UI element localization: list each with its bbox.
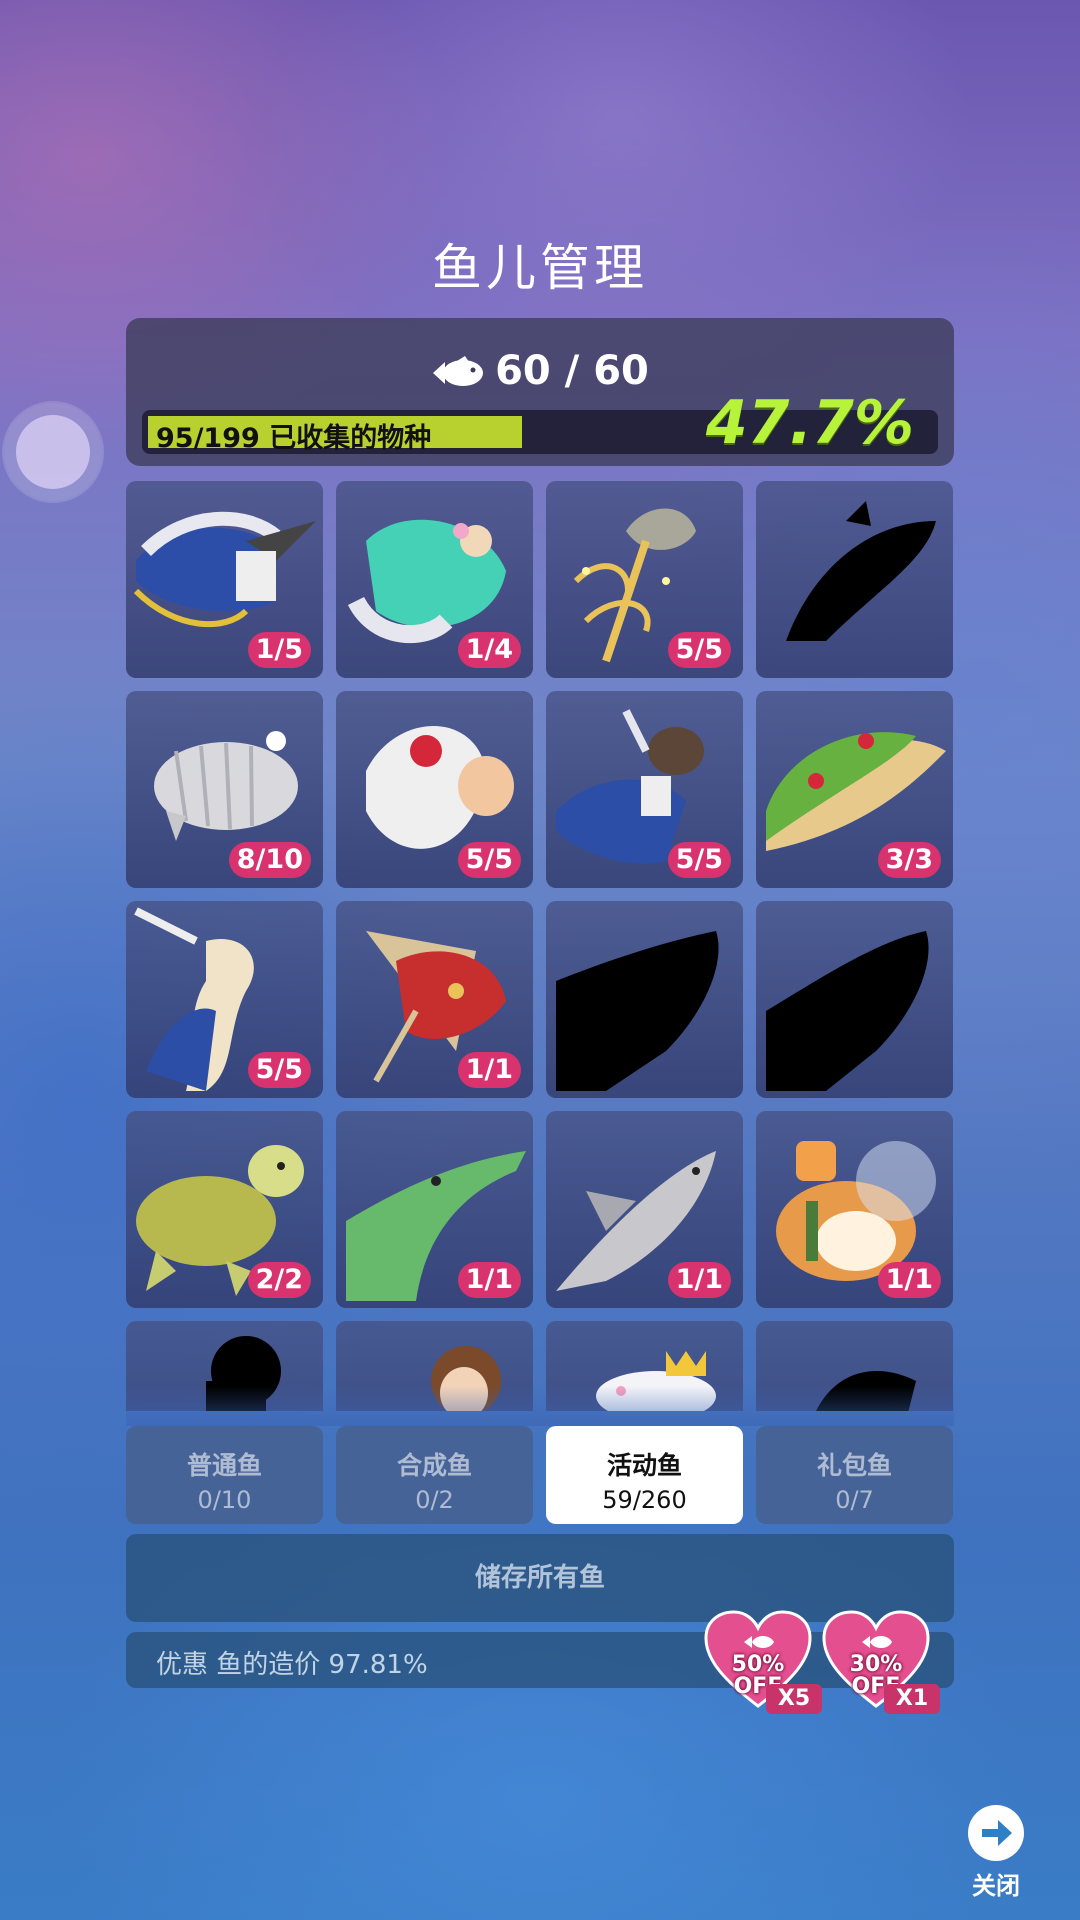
fish-card[interactable]: 1/1 (546, 1111, 743, 1308)
coupon-30-off[interactable]: 30% OFF X1 (822, 1610, 940, 1714)
fish-count-text: 60 / 60 (495, 348, 649, 394)
fish-count-badge: 1/5 (247, 632, 311, 668)
fish-count-badge: 1/1 (667, 1262, 731, 1298)
fish-card[interactable]: 1/4 (336, 481, 533, 678)
tab-count: 59/260 (602, 1486, 687, 1514)
fish-card[interactable]: 8/10 (126, 691, 323, 888)
collection-summary-panel: 60 / 60 95/199 已收集的物种 47.7% (126, 318, 954, 466)
fish-count-badge: 3/3 (877, 842, 941, 878)
page-title: 鱼儿管理 (432, 239, 648, 297)
fish-count-badge: 1/4 (457, 632, 521, 668)
fish-count-badge: 2/2 (247, 1262, 311, 1298)
tab-count: 0/7 (835, 1486, 874, 1514)
tab-gift-fish[interactable]: 礼包鱼 0/7 (756, 1426, 953, 1524)
fish-count-badge: 1/1 (877, 1262, 941, 1298)
whale-silhouette-icon (766, 931, 929, 1091)
fish-count-badge: 5/5 (457, 842, 521, 878)
fish-count-badge: 8/10 (228, 842, 311, 878)
axolotl-silhouette-icon (786, 501, 936, 641)
collection-progress-label: 95/199 已收集的物种 (156, 423, 432, 454)
close-button[interactable] (968, 1805, 1024, 1861)
discount-text: 优惠 鱼的造价 97.81% (156, 1650, 428, 1680)
fish-card[interactable]: 1/1 (756, 1111, 953, 1308)
tab-count: 0/10 (197, 1486, 252, 1514)
fish-card-locked[interactable] (756, 901, 953, 1098)
fish-count-badge: 1/1 (457, 1052, 521, 1088)
fish-count-badge: 5/5 (667, 632, 731, 668)
store-all-fish-button[interactable]: 储存所有鱼 (126, 1534, 954, 1622)
coupon-multiplier: X1 (884, 1684, 940, 1714)
tab-event-fish[interactable]: 活动鱼 59/260 (546, 1426, 743, 1524)
side-float-button[interactable] (4, 403, 102, 501)
fish-card[interactable]: 5/5 (126, 901, 323, 1098)
fish-card[interactable]: 5/5 (546, 691, 743, 888)
fish-card[interactable]: 3/3 (756, 691, 953, 888)
crocodile-silhouette-icon (556, 931, 719, 1091)
fish-card[interactable]: 5/5 (546, 481, 743, 678)
close-label: 关闭 (972, 1872, 1020, 1900)
fish-card[interactable]: 1/1 (336, 901, 533, 1098)
tab-normal-fish[interactable]: 普通鱼 0/10 (126, 1426, 323, 1524)
fish-count-badge: 1/1 (457, 1262, 521, 1298)
fish-count-badge: 5/5 (247, 1052, 311, 1088)
fish-card[interactable]: 1/5 (126, 481, 323, 678)
fish-icon (433, 356, 484, 386)
fish-card[interactable]: 1/1 (336, 1111, 533, 1308)
coupon-multiplier: X5 (766, 1684, 822, 1714)
fish-card[interactable]: 2/2 (126, 1111, 323, 1308)
coupon-50-off[interactable]: 50% OFF X5 (704, 1610, 822, 1714)
tab-count: 0/2 (415, 1486, 454, 1514)
tab-label: 普通鱼 (186, 1451, 262, 1480)
fish-count-badge: 5/5 (667, 842, 731, 878)
fish-card-locked[interactable] (546, 901, 743, 1098)
tab-merged-fish[interactable]: 合成鱼 0/2 (336, 1426, 533, 1524)
tab-label: 礼包鱼 (816, 1451, 892, 1480)
fish-card-locked[interactable] (756, 481, 953, 678)
fish-grid: 1/5 1/4 5/5 8/10 5/5 5/5 3/3 5/5 1/1 2/2… (126, 481, 954, 1411)
grid-scroll-fade (126, 1386, 954, 1426)
tab-label: 合成鱼 (396, 1451, 472, 1480)
tab-label: 活动鱼 (606, 1451, 682, 1480)
arrow-right-icon (982, 1820, 1012, 1846)
side-float-button-knob (16, 415, 90, 489)
fish-card[interactable]: 5/5 (336, 691, 533, 888)
collection-percent: 47.7% (705, 388, 914, 458)
